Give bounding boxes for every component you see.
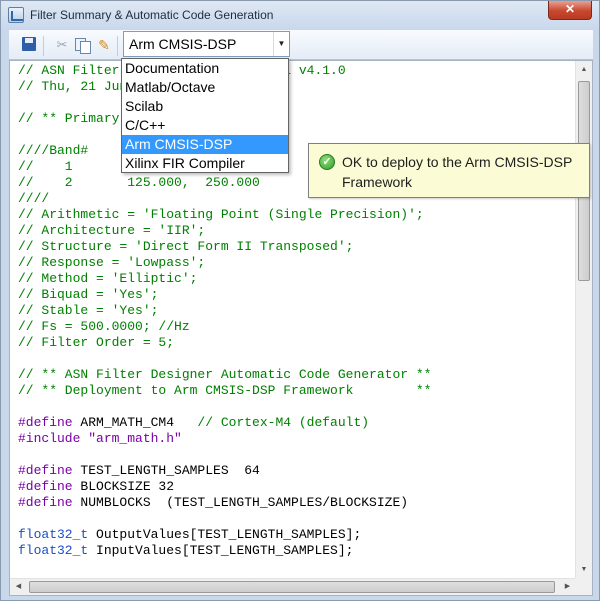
code-comment: // Thu, 21 Jun [18, 79, 128, 94]
deploy-status-tooltip: ✓ OK to deploy to the Arm CMSIS-DSP Fram… [308, 143, 590, 198]
dropdown-option[interactable]: C/C++ [122, 116, 288, 135]
toolbar-separator [43, 36, 44, 56]
code-preprocessor: #include [18, 431, 81, 446]
scroll-left-icon[interactable]: ◀ [10, 579, 27, 595]
code-comment: // 1 [18, 159, 73, 174]
code-line: #define BLOCKSIZE 32 [18, 479, 574, 495]
code-line: // Arithmetic = 'Floating Point (Single … [18, 207, 574, 223]
code-comment: // Arithmetic = 'Floating Point (Single … [18, 207, 424, 222]
code-line: #include "arm_math.h" [18, 431, 574, 447]
code-type: float32_t [18, 543, 89, 558]
code-preprocessor: #define [18, 415, 73, 430]
code-comment: // Biquad = 'Yes'; [18, 287, 159, 302]
code-comment: // Structure = 'Direct Form II Transpose… [18, 239, 354, 254]
dropdown-option[interactable]: Xilinx FIR Compiler [122, 154, 288, 173]
code-comment: // Response = 'Lowpass'; [18, 255, 206, 270]
scroll-right-icon[interactable]: ▶ [559, 579, 576, 595]
code-comment: // ** Deployment to Arm CMSIS-DSP Framew… [18, 383, 432, 398]
code-comment: //// [18, 191, 50, 206]
code-line: // ** Deployment to Arm CMSIS-DSP Framew… [18, 383, 574, 399]
code-comment: // ** Primary [18, 111, 120, 126]
code-preprocessor: #define [18, 495, 73, 510]
code-comment: // ** ASN Filter Designer Automatic Code… [18, 367, 432, 382]
code-line: // Response = 'Lowpass'; [18, 255, 574, 271]
code-comment: // Stable = 'Yes'; [18, 303, 159, 318]
code-line: // Filter Order = 5; [18, 335, 574, 351]
window-title: Filter Summary & Automatic Code Generati… [30, 8, 274, 22]
scrollbar-corner [575, 578, 592, 595]
toolbar-separator [117, 36, 118, 56]
code-line: // Thu, 21 Jun [18, 79, 574, 95]
cut-icon[interactable]: ✂ [53, 36, 71, 54]
code-text: NUMBLOCKS (TEST_LENGTH_SAMPLES/BLOCKSIZE… [72, 495, 409, 510]
code-line: // Method = 'Elliptic'; [18, 271, 574, 287]
dropdown-option[interactable]: Scilab [122, 97, 288, 116]
copy-icon[interactable] [73, 36, 91, 54]
vertical-scrollbar[interactable]: ▲ ▼ [575, 61, 592, 578]
code-comment: // Filter Order = 5; [18, 335, 175, 350]
code-line: // ** ASN Filter Designer Automatic Code… [18, 367, 574, 383]
code-type: float32_t [18, 527, 89, 542]
code-text: ARM_MATH_CM4 [72, 415, 175, 430]
title-bar[interactable]: Filter Summary & Automatic Code Generati… [1, 1, 599, 29]
code-line: // ** Primary [18, 111, 574, 127]
save-icon[interactable] [21, 36, 39, 54]
check-icon: ✓ [319, 154, 335, 170]
code-comment: // Architecture = 'IIR'; [18, 223, 206, 238]
code-comment: // Cortex-M4 (default) [174, 415, 370, 430]
target-language-dropdown[interactable]: Documentation Matlab/Octave Scilab C/C++… [121, 58, 289, 173]
scroll-down-icon[interactable]: ▼ [576, 561, 592, 578]
toolbar: ✂ ✎ Arm CMSIS-DSP ▼ [9, 30, 593, 60]
code-comment: // 2 125.000, 250.000 [18, 175, 260, 190]
code-preprocessor: #define [18, 463, 73, 478]
code-preprocessor: #define [18, 479, 73, 494]
target-language-combo[interactable]: Arm CMSIS-DSP ▼ [123, 31, 290, 57]
scroll-up-icon[interactable]: ▲ [576, 61, 592, 78]
combo-selected-value: Arm CMSIS-DSP [129, 36, 237, 52]
code-line: #define ARM_MATH_CM4 // Cortex-M4 (defau… [18, 415, 574, 431]
code-text: OutputValues[TEST_LENGTH_SAMPLES]; [88, 527, 362, 542]
code-line: // Fs = 500.0000; //Hz [18, 319, 574, 335]
code-line: float32_t InputValues[TEST_LENGTH_SAMPLE… [18, 543, 574, 559]
code-line: // ASN Filter Designer Professional v4.1… [18, 63, 574, 79]
dropdown-option[interactable]: Documentation [122, 59, 288, 78]
dropdown-option[interactable]: Matlab/Octave [122, 78, 288, 97]
code-text: TEST_LENGTH_SAMPLES 64 [72, 463, 260, 478]
code-line: // Stable = 'Yes'; [18, 303, 574, 319]
code-text[interactable]: // ASN Filter Designer Professional v4.1… [18, 63, 574, 573]
code-line: // Architecture = 'IIR'; [18, 223, 574, 239]
code-text: BLOCKSIZE 32 [72, 479, 175, 494]
edit-icon[interactable]: ✎ [95, 36, 113, 54]
code-string: "arm_math.h" [80, 431, 182, 446]
code-comment: ////Band# [18, 143, 89, 158]
close-button[interactable]: ✕ [548, 1, 592, 20]
code-text: InputValues[TEST_LENGTH_SAMPLES]; [88, 543, 354, 558]
dropdown-option-selected[interactable]: Arm CMSIS-DSP [122, 135, 288, 154]
code-comment: // Method = 'Elliptic'; [18, 271, 198, 286]
tooltip-text: OK to deploy to the Arm CMSIS-DSP Framew… [342, 154, 573, 190]
app-icon [8, 7, 24, 23]
code-editor[interactable]: // ASN Filter Designer Professional v4.1… [9, 60, 593, 596]
code-comment: // Fs = 500.0000; //Hz [18, 319, 190, 334]
horizontal-scroll-thumb[interactable] [29, 581, 555, 593]
code-line: float32_t OutputValues[TEST_LENGTH_SAMPL… [18, 527, 574, 543]
code-line: // Biquad = 'Yes'; [18, 287, 574, 303]
code-line: #define NUMBLOCKS (TEST_LENGTH_SAMPLES/B… [18, 495, 574, 511]
code-line: // Structure = 'Direct Form II Transpose… [18, 239, 574, 255]
chevron-down-icon[interactable]: ▼ [273, 32, 289, 56]
horizontal-scrollbar[interactable]: ◀ ▶ [10, 578, 576, 595]
filter-summary-window: Filter Summary & Automatic Code Generati… [0, 0, 600, 601]
code-line: #define TEST_LENGTH_SAMPLES 64 [18, 463, 574, 479]
